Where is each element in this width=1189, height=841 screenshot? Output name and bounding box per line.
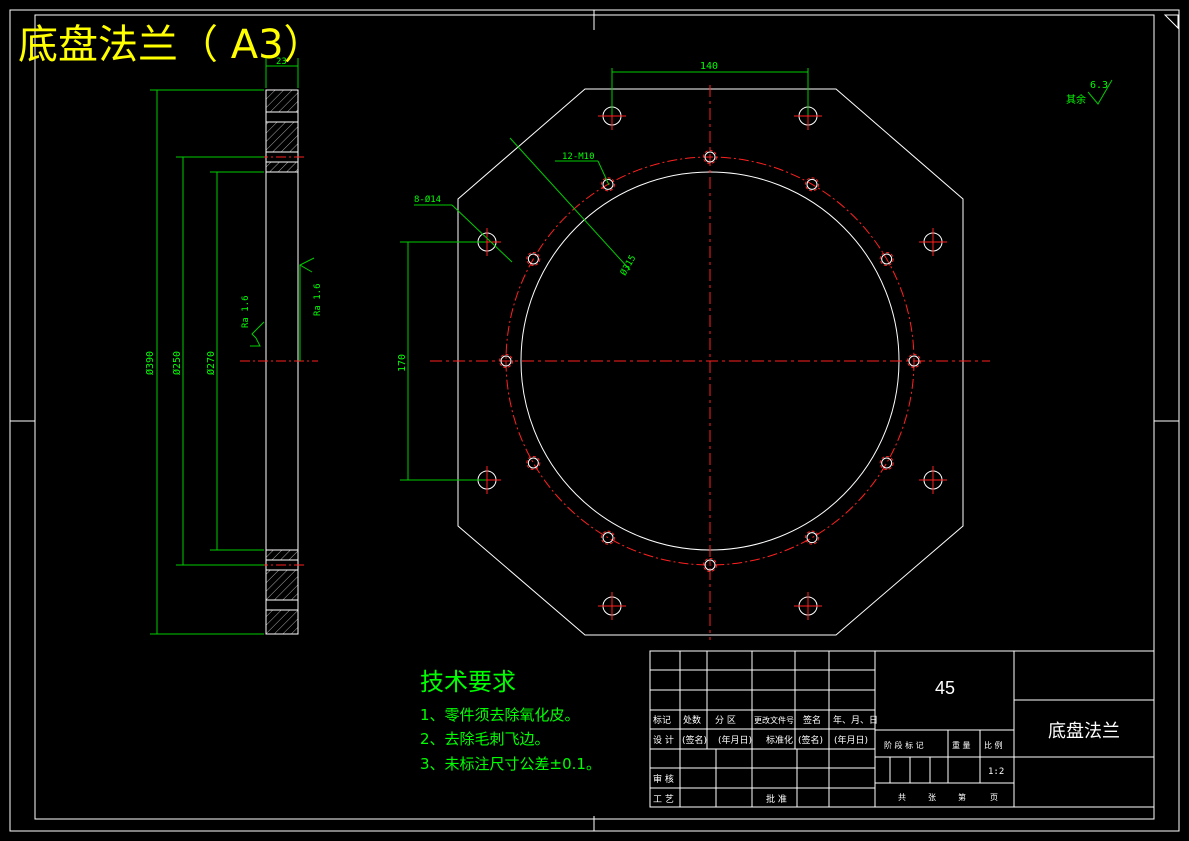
dim-dia-390: Ø390 [144, 351, 156, 375]
svg-text:标准化: 标准化 [766, 734, 793, 746]
svg-text:审 核: 审 核 [653, 773, 674, 785]
svg-text:(年月日): (年月日) [834, 734, 868, 746]
side-view: 23 Ø390 Ø250 Ø270 Ra 1.6 Ra 1.6 [144, 57, 323, 635]
svg-text:页: 页 [990, 793, 998, 802]
svg-text:批 准: 批 准 [766, 793, 787, 805]
dim-dia-270: Ø270 [205, 351, 217, 375]
svg-text:分 区: 分 区 [715, 715, 736, 726]
svg-text:更改文件号: 更改文件号 [754, 715, 794, 725]
bolt-hole-small [526, 456, 541, 470]
cad-drawing: 底盘法兰（ A3） 23 Ø390 Ø250 Ø270 Ra 1.6 Ra 1.… [9, 9, 1180, 832]
bolt-hole-large [794, 592, 822, 620]
title-block: 45 底盘法兰 1:2 标记 处数 分 区 更改文件号 签名 年、月、日 设 计… [649, 650, 1155, 808]
tech-req-item: 1、零件须去除氧化皮。 [420, 706, 580, 724]
svg-text:签名: 签名 [803, 714, 821, 726]
bolt-hole-large [919, 466, 947, 494]
svg-text:(年月日): (年月日) [718, 734, 752, 746]
dim-170: 170 [397, 354, 408, 372]
svg-text:标记: 标记 [653, 714, 671, 726]
dim-140: 140 [700, 61, 718, 72]
svg-text:第: 第 [958, 792, 966, 802]
tech-req-heading: 技术要求 [420, 668, 516, 696]
svg-text:张: 张 [928, 793, 936, 802]
svg-text:年、月、日: 年、月、日 [833, 714, 878, 726]
svg-text:处数: 处数 [683, 714, 701, 726]
svg-text:重 量: 重 量 [952, 740, 971, 750]
roughness-right: Ra 1.6 [313, 283, 323, 316]
bolt-hole-large [919, 228, 947, 256]
scale-value: 1:2 [988, 767, 1004, 777]
bolt-hole-small [879, 456, 894, 470]
bolt-hole-small [805, 530, 819, 545]
tech-req-item: 2、去除毛刺飞边。 [420, 730, 550, 748]
material-value: 45 [935, 678, 955, 698]
svg-text:6.3: 6.3 [1090, 80, 1108, 91]
callout-large-holes: 8-Ø14 [414, 194, 441, 205]
svg-text:其余: 其余 [1066, 93, 1086, 106]
dim-thickness: 23 [276, 57, 287, 67]
drawing-frame [9, 9, 1180, 832]
svg-text:阶 段 标 记: 阶 段 标 记 [884, 740, 924, 750]
front-view: 140 170 12-M10 8-Ø14 Ø315 [397, 61, 990, 640]
callout-small-holes: 12-M10 [562, 152, 595, 162]
dim-dia-250: Ø250 [171, 351, 183, 375]
svg-text:工 艺: 工 艺 [653, 794, 674, 805]
svg-text:比 例: 比 例 [984, 740, 1003, 750]
tech-req-item: 3、未标注尺寸公差±0.1。 [420, 755, 601, 773]
svg-text:(签名): (签名) [682, 734, 707, 746]
svg-text:(签名): (签名) [798, 734, 823, 746]
svg-text:共: 共 [898, 793, 906, 802]
svg-text:设 计: 设 计 [653, 734, 674, 746]
bolt-hole-large [598, 592, 626, 620]
dim-pcd: Ø315 [618, 253, 638, 277]
part-name: 底盘法兰 [1048, 721, 1120, 742]
technical-requirements: 技术要求 1、零件须去除氧化皮。 2、去除毛刺飞边。 3、未标注尺寸公差±0.1… [420, 668, 601, 773]
roughness-left: Ra 1.6 [241, 295, 251, 328]
roughness-note: 6.3 其余 [1066, 79, 1113, 106]
